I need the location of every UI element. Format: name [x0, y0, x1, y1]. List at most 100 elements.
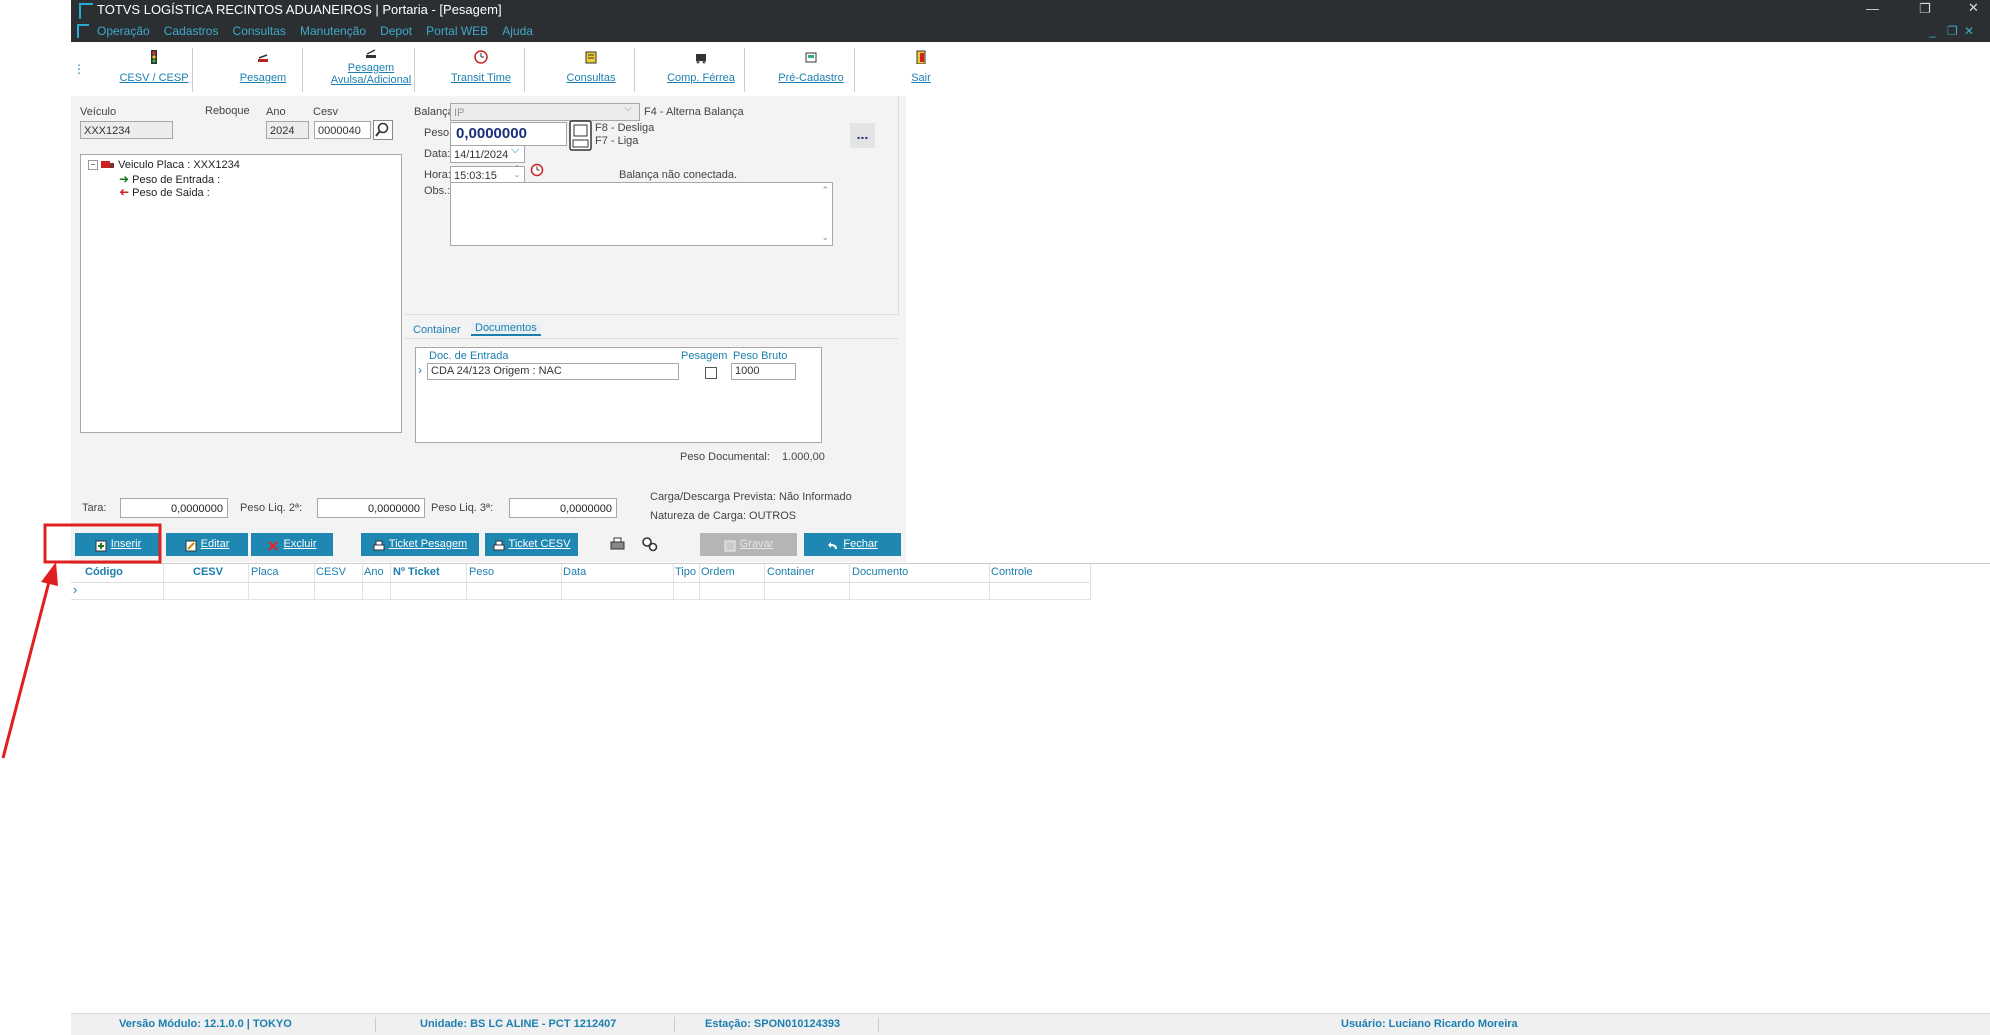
col-controle[interactable]: Controle	[991, 566, 1033, 578]
pre-cadastro-button[interactable]: Pré-Cadastro	[757, 46, 865, 96]
col-container[interactable]: Container	[767, 566, 815, 578]
col-divider	[362, 564, 363, 600]
scale-extra-icon	[364, 46, 378, 60]
scroll-down-icon[interactable]: ⌄	[821, 232, 829, 243]
tree-root[interactable]: − Veiculo Placa : XXX1234	[88, 159, 240, 171]
settings-gears-icon[interactable]	[641, 536, 659, 555]
insert-icon	[95, 538, 107, 552]
toolbar-grip-icon: ⋮	[73, 62, 85, 76]
peso-liq-3-field[interactable]: 0,0000000	[509, 498, 617, 518]
tara-field[interactable]: 0,0000000	[120, 498, 228, 518]
print-options-icon[interactable]	[610, 537, 626, 554]
results-grid-header: Código CESV Placa CESV Ano Nº Ticket Pes…	[71, 564, 1091, 600]
more-options-button[interactable]: ...	[850, 123, 875, 148]
gravar-button[interactable]: Gravar	[700, 533, 797, 556]
tree-peso-entrada[interactable]: ➜ Peso de Entrada :	[119, 172, 220, 186]
edit-icon	[185, 538, 197, 552]
col-tipo[interactable]: Tipo	[675, 566, 696, 578]
menu-consultas[interactable]: Consultas	[233, 24, 286, 38]
sair-button[interactable]: Sair	[867, 46, 975, 96]
menu-manutencao[interactable]: Manutenção	[300, 24, 366, 38]
peso-liq-2-field[interactable]: 0,0000000	[317, 498, 425, 518]
col-placa[interactable]: Placa	[251, 566, 279, 578]
col-peso-bruto: Peso Bruto	[733, 350, 788, 362]
row-indicator-icon: ›	[418, 363, 422, 377]
minimize-icon[interactable]: —	[1866, 1, 1879, 16]
ano-label: Ano	[266, 106, 286, 118]
menu-operacao[interactable]: Operação	[97, 24, 150, 38]
collapse-icon[interactable]: −	[88, 160, 98, 171]
inserir-button[interactable]: Inserir	[75, 533, 161, 556]
toolbar: ⋮ CESV / CESP Pesagem Pesagem Avulsa/Adi…	[71, 42, 1990, 96]
comp-ferrea-button[interactable]: Comp. Férrea	[647, 46, 755, 96]
menu-cadastros[interactable]: Cadastros	[164, 24, 219, 38]
peso-bruto-cell[interactable]: 1000	[731, 363, 796, 380]
col-cesv[interactable]: CESV	[193, 566, 223, 578]
toolbar-separator	[414, 48, 415, 92]
doc-entrada-cell[interactable]: CDA 24/123 Origem : NAC	[427, 363, 679, 380]
menu-portal-web[interactable]: Portal WEB	[426, 24, 488, 38]
col-divider	[989, 564, 990, 600]
grid-row-line	[71, 599, 1091, 600]
child-minimize-icon[interactable]: _	[1929, 24, 1936, 38]
col-documento[interactable]: Documento	[852, 566, 908, 578]
calendar-dropdown-icon[interactable]: ⌵	[511, 144, 519, 157]
scale-icon	[256, 50, 270, 64]
tree-peso-saida[interactable]: ➜ Peso de Saida :	[119, 185, 210, 199]
col-divider	[764, 564, 765, 600]
ticket-cesv-button[interactable]: Ticket CESV	[485, 533, 578, 556]
spin-icon[interactable]: ⌃ ⌄	[514, 165, 520, 179]
cesv-search-button[interactable]	[373, 120, 393, 140]
scale-terminal-icon[interactable]	[569, 120, 593, 152]
scroll-up-icon[interactable]: ⌃	[821, 185, 829, 196]
child-close-icon[interactable]: ✕	[1964, 24, 1974, 38]
tab-documentos[interactable]: Documentos	[471, 322, 541, 336]
excluir-button[interactable]: Excluir	[251, 533, 333, 556]
cesv-field[interactable]: 0000040	[314, 121, 371, 139]
pesagem-button[interactable]: Pesagem	[209, 46, 317, 96]
col-ano[interactable]: Ano	[364, 566, 384, 578]
obs-textarea[interactable]: ⌃ ⌄	[450, 182, 833, 246]
balanca-hint: F4 - Alterna Balança	[644, 106, 744, 118]
col-data[interactable]: Data	[563, 566, 586, 578]
pesagem-avulsa-button[interactable]: Pesagem Avulsa/Adicional	[317, 46, 425, 96]
peso-liq-3-label: Peso Liq. 3ª:	[431, 502, 494, 514]
fechar-button[interactable]: Fechar	[804, 533, 901, 556]
restore-icon[interactable]: ❐	[1919, 1, 1931, 17]
clock-refresh-icon[interactable]	[530, 163, 544, 180]
tara-label: Tara:	[82, 502, 107, 514]
transit-time-button[interactable]: Transit Time	[427, 46, 535, 96]
col-num-ticket[interactable]: Nº Ticket	[393, 566, 440, 578]
tab-container[interactable]: Container	[413, 324, 461, 336]
col-codigo[interactable]: Código	[85, 566, 123, 578]
ticket-pesagem-button[interactable]: Ticket Pesagem	[361, 533, 479, 556]
col-divider	[314, 564, 315, 600]
col-divider	[699, 564, 700, 600]
col-ordem[interactable]: Ordem	[701, 566, 735, 578]
col-divider	[673, 564, 674, 600]
col-peso[interactable]: Peso	[469, 566, 494, 578]
pesagem-checkbox[interactable]	[705, 367, 717, 379]
close-icon[interactable]: ✕	[1968, 0, 1979, 16]
balanca-select[interactable]: IP	[450, 103, 640, 121]
balanca-box: Balança: IP ⌵ F4 - Alterna Balança Peso:…	[405, 96, 899, 315]
app-logo-icon	[79, 3, 93, 19]
documents-grid: Doc. de Entrada Pesagem Peso Bruto › CDA…	[415, 347, 822, 443]
peso-field[interactable]: 0,0000000	[450, 122, 567, 146]
ano-field[interactable]: 2024	[266, 121, 309, 139]
col-cesv-2[interactable]: CESV	[316, 566, 346, 578]
menu-depot[interactable]: Depot	[380, 24, 412, 38]
col-divider	[466, 564, 467, 600]
peso-documental-label: Peso Documental:	[680, 451, 770, 463]
editar-button[interactable]: Editar	[166, 533, 248, 556]
reboque-label: Reboque	[205, 105, 250, 117]
consultas-button[interactable]: Consultas	[537, 46, 645, 96]
menu-ajuda[interactable]: Ajuda	[502, 24, 533, 38]
pre-register-icon	[804, 50, 818, 64]
toolbar-separator	[744, 48, 745, 92]
exit-door-icon	[914, 50, 928, 65]
child-restore-icon[interactable]: ❐	[1947, 24, 1958, 38]
delete-x-icon	[267, 538, 279, 551]
peso-documental-value: 1.000,00	[782, 451, 825, 463]
veiculo-field[interactable]: XXX1234	[80, 121, 173, 139]
